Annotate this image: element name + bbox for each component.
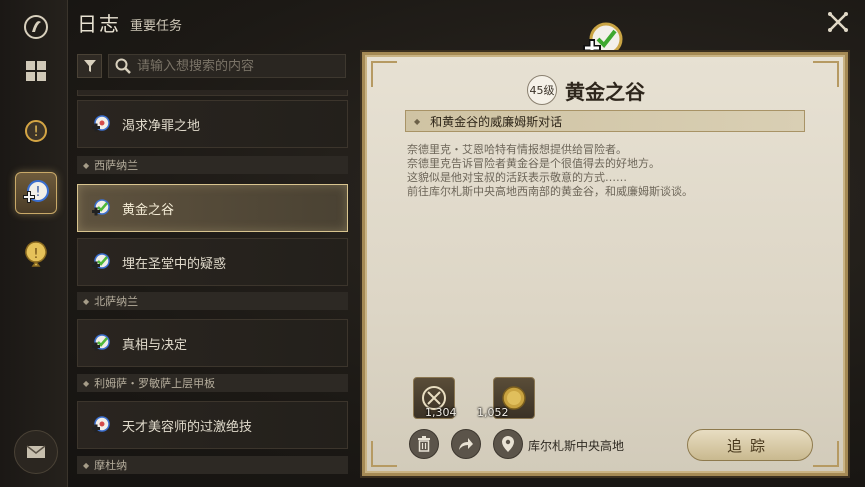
quest-item-selected[interactable]: 黄金之谷 [77, 184, 348, 232]
reward-count: 1,052 [477, 406, 509, 419]
quest-item-label: 黄金之谷 [122, 202, 175, 218]
region-header: ◆ 西萨纳兰 [77, 156, 348, 174]
filter-icon [83, 60, 96, 72]
quest-item[interactable]: 天才美容师的过激绝技 [77, 401, 348, 449]
page-subtitle: 重要任务 [130, 19, 183, 34]
quest-description: 奈德里克・艾恩哈特有情报想提供给冒险者。 奈德里克告诉冒险者黄金谷是个很值得去的… [407, 143, 827, 199]
frame-corner [371, 61, 397, 87]
reward-count: 1,304 [425, 406, 457, 419]
frame-corner [371, 441, 397, 467]
region-label: 西萨纳兰 [94, 159, 139, 172]
filter-button[interactable] [77, 54, 102, 78]
svg-text:!: ! [35, 185, 40, 200]
region-dot-icon: ◆ [83, 460, 90, 470]
frame-corner [813, 61, 839, 87]
close-icon [828, 12, 848, 32]
objective-text: 和黄金谷的威廉姆斯对话 [430, 114, 563, 129]
svg-text:!: ! [33, 124, 39, 140]
search-icon [115, 58, 131, 74]
quest-list: 渴求净罪之地 ◆ 西萨纳兰 黄金之谷 埋在圣堂中的疑惑 ◆ 北萨纳兰 真相与决定… [77, 86, 348, 486]
region-dot-icon: ◆ [83, 378, 90, 388]
description-line: 这貌似是他对宝叔的活跃表示敬意的方式…… [407, 171, 627, 184]
frame-corner [813, 441, 839, 467]
list-item-partial [77, 90, 348, 96]
search-box[interactable] [108, 54, 346, 78]
quest-completed-icon [92, 115, 110, 132]
close-button[interactable] [824, 8, 852, 36]
region-label: 北萨纳兰 [94, 295, 139, 308]
region-label: 利姆萨・罗敏萨上层甲板 [94, 377, 216, 390]
description-line: 奈德里克・艾恩哈特有情报想提供给冒险者。 [407, 143, 627, 156]
nav-rail: ! ! ! [0, 0, 68, 487]
svg-text:!: ! [33, 247, 38, 262]
app-logo-icon[interactable] [15, 6, 57, 48]
grid-menu-icon[interactable] [15, 50, 57, 92]
quest-item-label: 真相与决定 [122, 337, 188, 353]
quest-item-label: 天才美容师的过激绝技 [122, 419, 253, 435]
quest-available-icon [92, 334, 110, 351]
page-title: 日志 [77, 12, 121, 36]
quest-location: 库尔札斯中央高地 [528, 439, 625, 453]
mailbox-icon[interactable] [14, 430, 58, 474]
description-line: 前往库尔札斯中央高地西南部的黄金谷，和威廉姆斯谈谈。 [407, 185, 693, 198]
quest-available-icon [92, 253, 110, 270]
region-header: ◆ 摩杜纳 [77, 456, 348, 474]
quest-item[interactable]: 渴求净罪之地 [77, 100, 348, 148]
quest-item-label: 渴求净罪之地 [122, 118, 201, 134]
side-quest-icon[interactable]: ! [15, 232, 57, 274]
region-header: ◆ 北萨纳兰 [77, 292, 348, 310]
search-input[interactable] [137, 58, 337, 74]
objective-bullet-icon: ◆ [414, 116, 421, 126]
location-button[interactable] [493, 429, 523, 459]
quest-available-icon [92, 199, 110, 216]
abandon-button[interactable] [409, 429, 439, 459]
track-button[interactable]: 追踪 [687, 429, 813, 461]
quest-title: 黄金之谷 [565, 80, 645, 104]
region-dot-icon: ◆ [83, 160, 90, 170]
region-dot-icon: ◆ [83, 296, 90, 306]
quest-objective: ◆ 和黄金谷的威廉姆斯对话 [405, 110, 805, 132]
journal-window: ! ! ! 日志 重要任务 渴求净罪之地 ◆ 西萨纳兰 [0, 0, 865, 487]
quest-category-icon[interactable]: ! [15, 110, 57, 152]
share-arrow-icon [459, 438, 473, 450]
quest-completed-icon [92, 416, 110, 433]
share-button[interactable] [451, 429, 481, 459]
description-line: 奈德里克告诉冒险者黄金谷是个很值得去的好地方。 [407, 157, 660, 170]
quest-level-badge: 45级 [527, 75, 557, 105]
trash-icon [418, 436, 430, 452]
quest-item[interactable]: 真相与决定 [77, 319, 348, 367]
region-header: ◆ 利姆萨・罗敏萨上层甲板 [77, 374, 348, 392]
quest-detail-panel: 45级 黄金之谷 ◆ 和黄金谷的威廉姆斯对话 奈德里克・艾恩哈特有情报想提供给冒… [362, 52, 848, 476]
quest-item[interactable]: 埋在圣堂中的疑惑 [77, 238, 348, 286]
map-pin-icon [502, 436, 514, 452]
region-label: 摩杜纳 [94, 459, 128, 472]
main-scenario-icon[interactable]: ! [15, 172, 57, 214]
quest-item-label: 埋在圣堂中的疑惑 [122, 256, 227, 272]
